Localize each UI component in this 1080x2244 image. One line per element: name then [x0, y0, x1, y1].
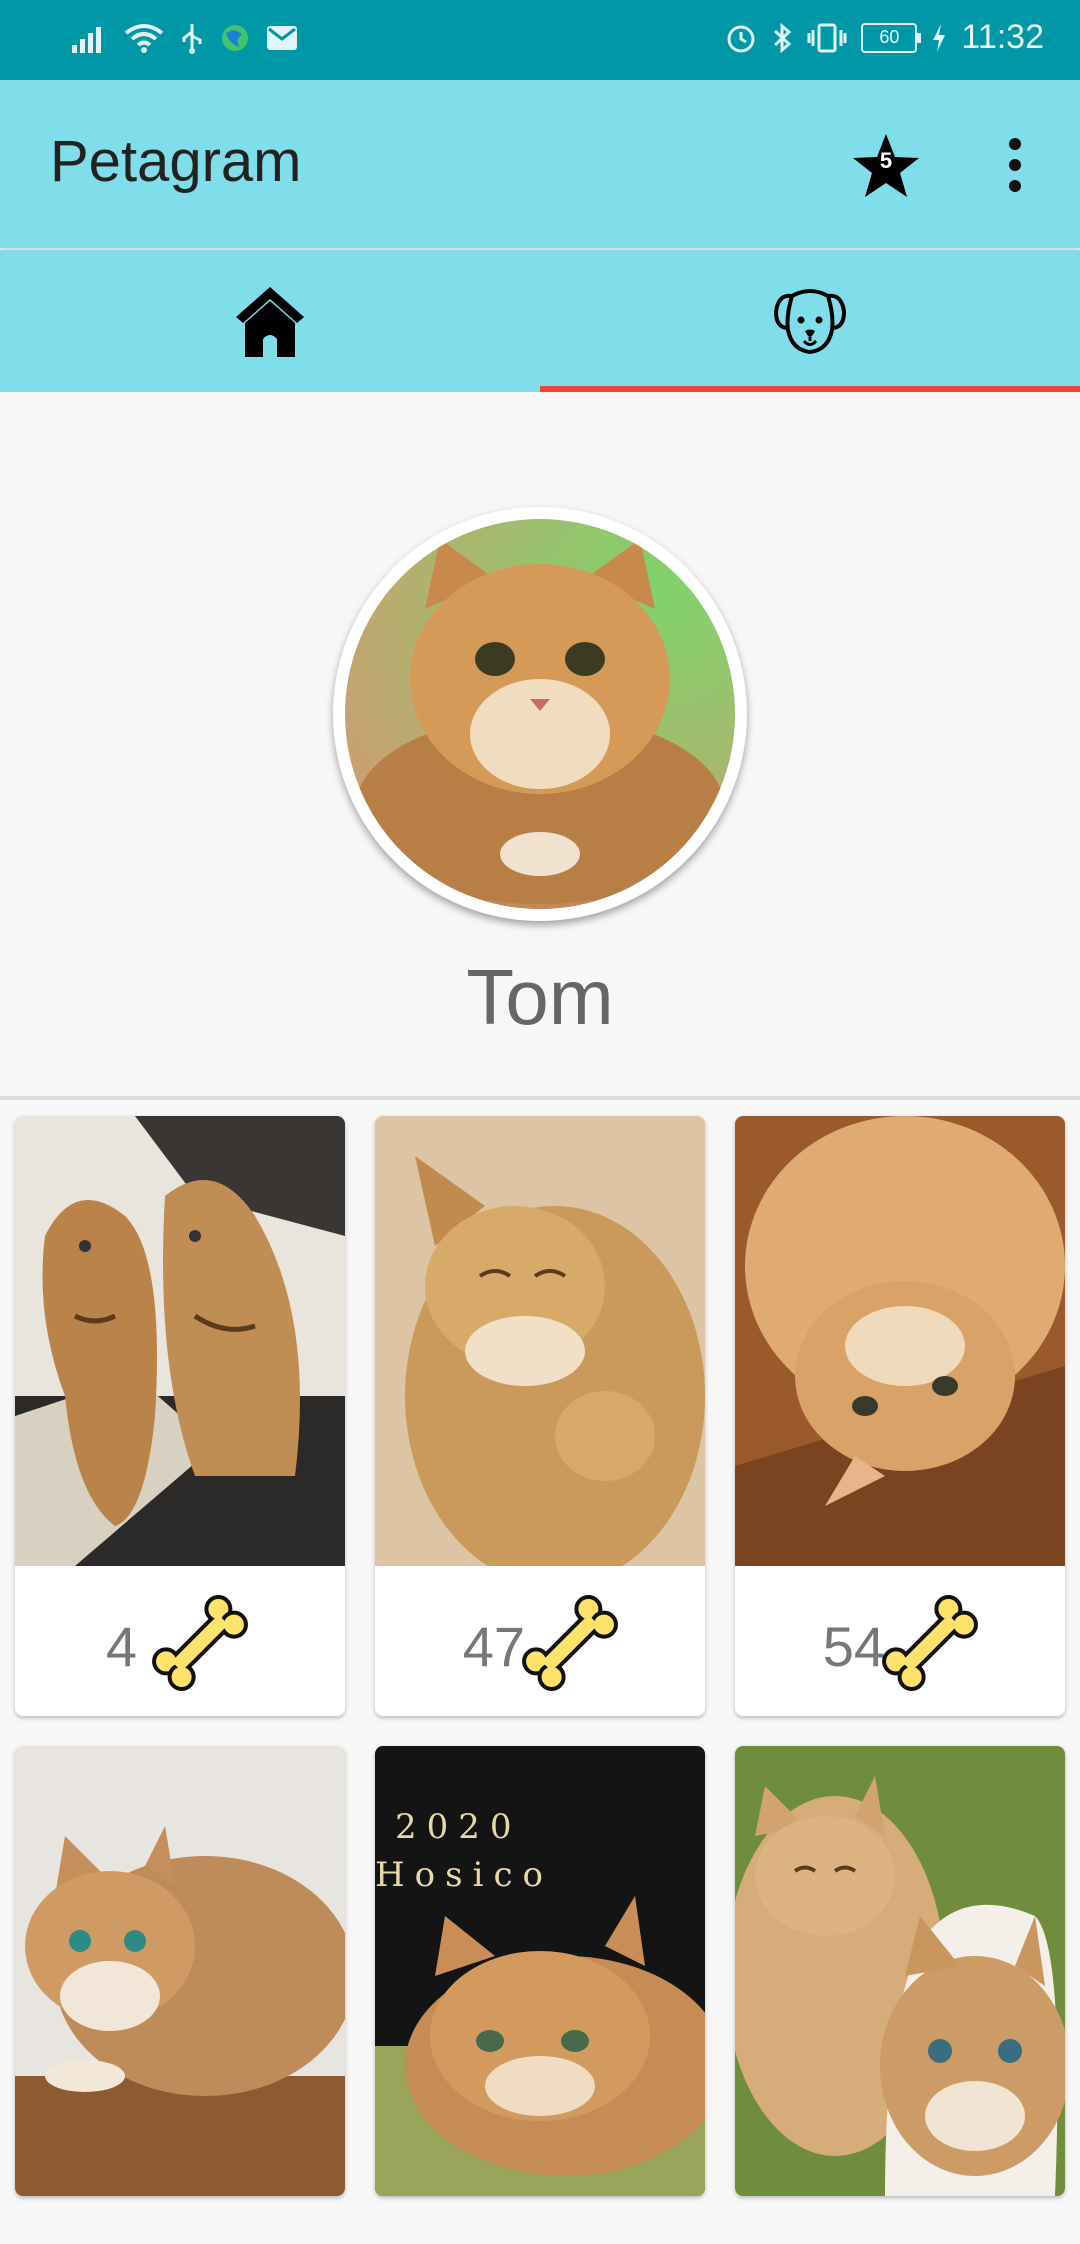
like-count: 4 [105, 1615, 137, 1678]
favorites-button[interactable]: 5 [850, 130, 922, 202]
tab-pet-profile[interactable] [540, 250, 1080, 392]
globe-app-icon [222, 25, 248, 51]
svg-text:2020: 2020 [395, 1807, 522, 1847]
bluetooth-icon [774, 22, 792, 53]
wifi-icon [124, 24, 164, 53]
battery-icon: 60 [861, 22, 922, 53]
like-count: 47 [462, 1615, 525, 1678]
app-title: Petagram [50, 129, 302, 194]
bone-like-icon[interactable] [145, 1588, 255, 1698]
cat-photo [15, 1746, 345, 2196]
photo-card[interactable] [735, 1746, 1065, 2196]
like-count: 54 [822, 1615, 885, 1678]
status-bar: 60 11:32 [0, 0, 1080, 80]
photo-card[interactable]: 47 [375, 1116, 705, 1716]
profile-avatar[interactable] [333, 507, 747, 921]
alarm-icon [727, 25, 755, 52]
profile-name: Tom [466, 953, 614, 1041]
app-bar: Petagram 5 [0, 80, 1080, 248]
status-time: 11:32 [961, 18, 1044, 56]
cat-avatar-image [345, 519, 735, 909]
cat-photo [15, 1116, 345, 1566]
overflow-menu-button[interactable] [1000, 138, 1030, 196]
favorites-count-badge: 5 [879, 148, 893, 173]
photo-card[interactable]: 54 [735, 1116, 1065, 1716]
house-icon [236, 287, 304, 357]
tab-home[interactable] [0, 250, 540, 392]
dot [1009, 180, 1021, 192]
photo-card[interactable]: 2020 Hosico [375, 1746, 705, 2196]
dog-face-icon [773, 289, 847, 355]
photo-card-footer: 47 [375, 1566, 705, 1716]
mail-icon [267, 26, 297, 50]
cat-photo [735, 1746, 1065, 2196]
photo-card-footer: 4 [15, 1566, 345, 1716]
photo-card[interactable] [15, 1746, 345, 2196]
cat-photo [735, 1116, 1065, 1566]
signal-icon [72, 27, 101, 53]
photo-card[interactable]: 4 [15, 1116, 345, 1716]
bone-like-icon[interactable] [875, 1588, 985, 1698]
svg-text:Hosico: Hosico [375, 1855, 553, 1895]
cat-photo [375, 1116, 705, 1566]
profile-header: Tom [0, 392, 1080, 1096]
cat-photo: 2020 Hosico [375, 1746, 705, 2196]
tab-bar [0, 250, 1080, 392]
status-left-icons [72, 22, 298, 54]
charging-icon [933, 23, 946, 52]
dot [1009, 159, 1021, 171]
usb-icon [182, 24, 202, 54]
dot [1009, 138, 1021, 150]
photo-card-footer: 54 [735, 1566, 1065, 1716]
status-right-icons: 60 11:32 [725, 18, 1044, 57]
vibrate-icon [807, 23, 847, 52]
bone-like-icon[interactable] [515, 1588, 625, 1698]
photo-grid: 4 47 54 2020 Hosico [0, 1100, 1080, 2244]
